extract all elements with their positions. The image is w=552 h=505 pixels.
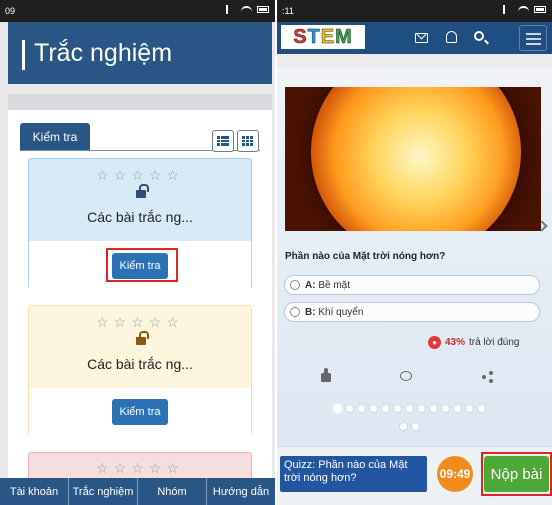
card-title: Các bài trắc ng... [87,356,193,372]
option-key: B: [305,307,316,318]
nav-trac-nghiem[interactable]: Trắc nghiệm [69,478,138,505]
search-icon[interactable] [474,31,484,41]
unlocked-icon [136,184,149,198]
correct-label: trả lời đúng [469,337,520,348]
battery-icon [257,6,269,13]
nav-nhom[interactable]: Nhóm [138,478,207,505]
radio-button[interactable] [290,280,300,290]
pager-dot[interactable] [411,422,420,431]
signal-icon [226,5,236,14]
pager-dot[interactable] [369,404,378,413]
app-top-bar: S T E M [277,22,552,54]
nav-huong-dan[interactable]: Hướng dẫn [207,478,275,505]
header-spacer [8,94,272,110]
pager-dot[interactable] [393,404,402,413]
menu-button[interactable] [519,25,547,51]
card-footer: Kiểm tra [29,388,251,436]
grid-view-icon [242,136,254,146]
page-title: Trắc nghiệm [34,39,173,67]
tab-kiem-tra[interactable]: Kiểm tra [20,123,90,150]
question-text: Phần nào của Mặt trời nóng hơn? [285,251,446,262]
pager-dot[interactable] [399,422,408,431]
comment-icon[interactable] [400,371,412,381]
pager-dot[interactable] [357,404,366,413]
wifi-icon [518,5,529,14]
pager-dot[interactable] [465,404,474,413]
option-text: Bề mặt [315,280,351,291]
status-time: 09 [5,6,16,16]
status-time: :11 [282,6,294,16]
users-icon: ● [428,336,441,349]
answer-option-a[interactable]: A: Bề mặt [284,275,540,295]
rating-stars: ☆☆☆☆☆ [96,167,184,183]
answer-option-b[interactable]: B: Khí quyển [284,302,540,322]
bottom-nav: Tài khoản Trắc nghiệm Nhóm Hướng dẫn [0,478,275,505]
wifi-icon [241,5,252,14]
logo-letter: S [293,25,308,48]
countdown-timer: 09:49 [437,456,473,492]
like-icon[interactable] [321,368,331,382]
option-text: Khí quyển [315,307,364,318]
highlight-box [106,248,178,282]
kiem-tra-button[interactable]: Kiểm tra [112,399,168,425]
status-bar: :11 [277,0,552,22]
list-view-button[interactable] [212,130,234,152]
grid-view-button[interactable] [237,130,259,152]
mail-icon[interactable] [415,33,428,43]
sun-image [285,87,541,231]
pager-dot[interactable] [453,404,462,413]
pager-dot[interactable] [429,404,438,413]
radio-button[interactable] [290,307,300,317]
signal-icon [503,5,513,14]
nav-tai-khoan[interactable]: Tài khoản [0,478,69,505]
status-icons [226,5,269,14]
list-view-icon [217,136,229,146]
page-header: Trắc nghiệm [8,22,272,84]
unlocked-icon [136,331,149,345]
pager-dot[interactable] [405,404,414,413]
bell-icon[interactable] [446,31,457,43]
logo-letter: E [320,25,336,48]
answer-stats: ● 43% trả lời đúng [428,336,520,349]
quiz-card-2: ☆☆☆☆☆ Các bài trắc ng... Kiểm tra [28,305,252,436]
logo-letter: T [307,25,321,48]
stem-logo[interactable]: S T E M [281,25,365,49]
logo-letter: M [335,25,353,48]
rating-stars: ☆☆☆☆☆ [96,460,184,476]
left-phone-screen: 09 Trắc nghiệm Kiểm tra ☆☆☆☆☆ Các bài tr… [0,0,275,505]
pager-dot[interactable] [477,404,486,413]
share-icon[interactable] [482,371,494,383]
rating-stars: ☆☆☆☆☆ [96,314,184,330]
quiz-label: Quizz: Phần nào của Mặt trời nóng hơn? [280,456,427,492]
pager-dot[interactable] [381,404,390,413]
right-phone-screen: :11 S T E M Phần nào của Mặt trời nóng h… [277,0,552,505]
status-icons [503,5,546,14]
option-key: A: [305,280,316,291]
header-accent-bar [22,40,25,70]
battery-icon [534,6,546,13]
status-bar: 09 [0,0,275,22]
correct-percent: 43% [445,337,466,348]
highlight-box [481,452,552,496]
pager-dot[interactable] [441,404,450,413]
question-pager [333,404,493,413]
top-spacer [277,54,552,68]
pager-dot[interactable] [333,404,342,413]
question-pager-row2 [399,422,420,431]
pager-dot[interactable] [417,404,426,413]
pager-dot[interactable] [345,404,354,413]
card-title: Các bài trắc ng... [87,209,193,225]
